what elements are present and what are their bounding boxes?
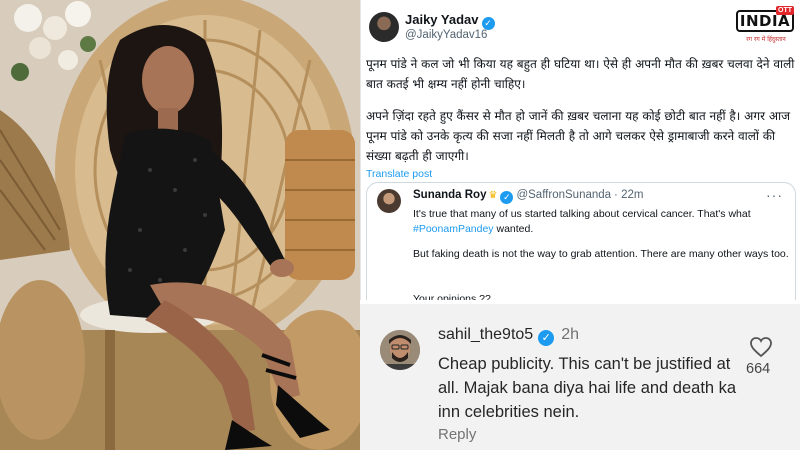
crown-emoji-icon: ♛ (488, 190, 498, 201)
translate-post-link[interactable]: Translate post (366, 168, 432, 180)
author-handle[interactable]: @JaikyYadav16 (405, 29, 487, 41)
more-options-icon[interactable]: ··· (766, 187, 783, 203)
comment-text: Cheap publicity. This can't be justified… (438, 355, 737, 421)
tweet-paragraph-2: अपने ज़िंदा रहते हुए कैंसर से मौत हो जान… (366, 109, 790, 163)
author-name[interactable]: Jaiky Yadav (405, 12, 479, 27)
quoted-text-1-end: wanted. (493, 223, 534, 235)
verified-badge-icon: ✓ (538, 330, 555, 346)
verified-badge-icon: ✓ (500, 191, 514, 204)
like-count: 664 (746, 361, 771, 377)
logo-tagline: रग रग में हिंदुस्तान (746, 36, 786, 43)
commenter-username[interactable]: sahil_the9to5 (438, 326, 533, 343)
commenter-row: sahil_the9to5 ✓ 2h (438, 326, 579, 346)
logo-badge: OTT (776, 6, 794, 15)
commenter-avatar[interactable] (380, 330, 420, 370)
instagram-comment: sahil_the9to5 ✓ 2h Cheap publicity. This c… (360, 304, 800, 450)
celebrity-photo (0, 0, 360, 450)
hashtag-link[interactable]: #PoonamPandey (413, 223, 494, 235)
author-name-row[interactable]: Jaiky Yadav ✓ (405, 12, 495, 30)
comment-time: 2h (561, 326, 579, 343)
quoted-text-3: Your opinions ?? (413, 293, 491, 300)
commenter-avatar-illustration (380, 330, 420, 370)
quoted-text-2: But faking death is not the way to grab … (413, 248, 789, 260)
photo-illustration (0, 0, 360, 450)
quoted-time: · 22m (614, 189, 644, 201)
heart-icon[interactable] (749, 336, 773, 358)
quoted-tweet[interactable]: Sunanda Roy ♛ ✓ @SaffronSunanda · 22m ··· It… (366, 182, 796, 300)
ott-india-logo: INDIA OTT रग रग में हिंदुस्तान (736, 6, 796, 48)
quoted-author-name[interactable]: Sunanda Roy (413, 189, 486, 201)
tweet-paragraph-1: पूनम पांडे ने कल जो भी किया यह बहुत ही घ… (366, 57, 795, 91)
quoted-author-handle[interactable]: @SaffronSunanda (516, 189, 611, 201)
quoted-text-1: It's true that many of us started talkin… (413, 207, 793, 237)
quoted-text-1-start: It's true that many of us started talkin… (413, 208, 751, 220)
quoted-author-row[interactable]: Sunanda Roy ♛ ✓ @SaffronSunanda · 22m (413, 189, 643, 204)
author-avatar[interactable] (369, 12, 399, 42)
quoted-author-avatar[interactable] (377, 189, 401, 213)
reply-button[interactable]: Reply (438, 426, 476, 443)
